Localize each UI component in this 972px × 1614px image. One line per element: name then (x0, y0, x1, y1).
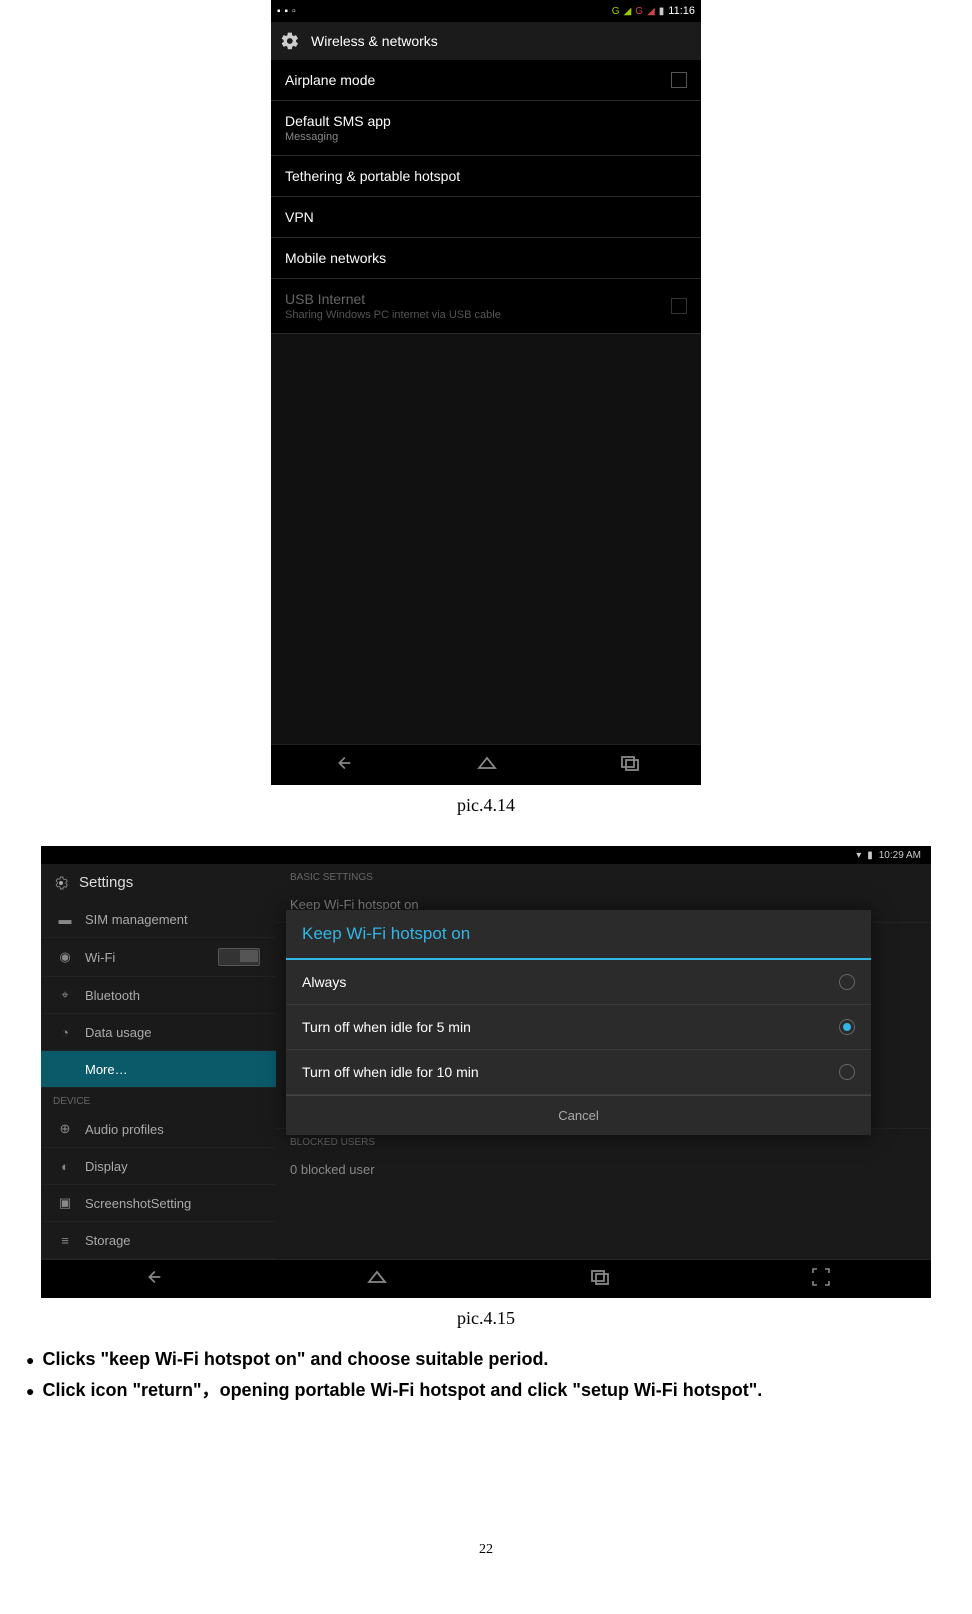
clock: 10:29 AM (879, 850, 921, 861)
setting-blocked-users: 0 blocked user (276, 1152, 931, 1187)
row-label: USB Internet (285, 291, 501, 307)
signal-g-icon: G (635, 6, 643, 17)
dialog-option-idle10[interactable]: Turn off when idle for 10 min (286, 1050, 871, 1095)
row-label: Default SMS app (285, 113, 687, 129)
sim-icon: ▬ (57, 911, 73, 927)
toggle-switch[interactable] (218, 948, 260, 966)
section-device-label: DEVICE (41, 1088, 276, 1111)
home-icon[interactable] (365, 1268, 389, 1291)
caption: pic.4.14 (20, 795, 952, 816)
radio-icon[interactable] (839, 1019, 855, 1035)
dialog-option-idle5[interactable]: Turn off when idle for 5 min (286, 1005, 871, 1050)
home-icon[interactable] (475, 754, 499, 777)
dialog-title: Keep Wi-Fi hotspot on (286, 910, 871, 960)
sidebar-item-label: SIM management (85, 912, 188, 927)
page-number: 22 (20, 1542, 952, 1558)
sidebar-title: Settings (41, 864, 276, 901)
notification-icon: ▪ (277, 6, 281, 17)
row-vpn[interactable]: VPN (271, 197, 701, 238)
checkbox-icon (671, 298, 687, 314)
sidebar-item-label: ScreenshotSetting (85, 1196, 191, 1211)
row-label: Mobile networks (285, 250, 386, 266)
row-sublabel: Messaging (285, 131, 687, 143)
recent-apps-icon[interactable] (620, 755, 640, 776)
checkbox-icon[interactable] (671, 72, 687, 88)
bullet-2: Click icon "return"，opening portable Wi-… (20, 1376, 952, 1402)
sidebar-item-more[interactable]: More… (41, 1051, 276, 1088)
row-label: VPN (285, 209, 314, 225)
sidebar-item-screenshot[interactable]: ▣ ScreenshotSetting (41, 1185, 276, 1222)
sidebar-item-label: More… (85, 1062, 128, 1077)
blank-icon (57, 1061, 73, 1077)
caption: pic.4.15 (20, 1308, 952, 1329)
storage-icon: ≡ (57, 1232, 73, 1248)
settings-gear-icon (279, 30, 301, 52)
radio-icon[interactable] (839, 1064, 855, 1080)
sidebar-item-display[interactable]: ◐ Display (41, 1148, 276, 1185)
status-bar: ▾ ▮ 10:29 AM (41, 846, 931, 864)
sidebar-item-label: Wi-Fi (85, 950, 115, 965)
sidebar-item-label: Display (85, 1159, 128, 1174)
screenshot-icon: ▣ (57, 1195, 73, 1211)
battery-icon: ▮ (867, 850, 873, 861)
option-label: Always (302, 974, 346, 990)
notification-icon: ▪ (285, 6, 289, 17)
title-bar: Wireless & networks (271, 22, 701, 60)
data-usage-icon: ◔ (57, 1024, 73, 1040)
nav-bar (41, 1259, 931, 1298)
nav-bar (271, 744, 701, 785)
sidebar-item-label: Data usage (85, 1025, 152, 1040)
row-label: Tethering & portable hotspot (285, 168, 460, 184)
settings-gear-icon (53, 875, 69, 891)
row-default-sms[interactable]: Default SMS app Messaging (271, 101, 701, 156)
sidebar-item-bluetooth[interactable]: ⌖ Bluetooth (41, 977, 276, 1014)
row-label: Airplane mode (285, 72, 375, 88)
sidebar-title-text: Settings (79, 874, 133, 891)
sidebar-item-data-usage[interactable]: ◔ Data usage (41, 1014, 276, 1051)
display-icon: ◐ (57, 1158, 73, 1174)
row-airplane-mode[interactable]: Airplane mode (271, 60, 701, 101)
row-sublabel: Sharing Windows PC internet via USB cabl… (285, 309, 501, 321)
back-icon[interactable] (142, 1266, 164, 1293)
radio-icon[interactable] (839, 974, 855, 990)
clock: 11:16 (668, 5, 695, 17)
sidebar-item-wifi[interactable]: ◉ Wi-Fi (41, 938, 276, 977)
dialog-option-always[interactable]: Always (286, 960, 871, 1005)
option-label: Turn off when idle for 5 min (302, 1019, 471, 1035)
screen-title: Wireless & networks (311, 33, 438, 49)
status-bar: ▪ ▪ ▫ G ◢ G ◢ ▮ 11:16 (271, 0, 701, 22)
back-icon[interactable] (332, 752, 354, 779)
sidebar-item-audio[interactable]: ⊕ Audio profiles (41, 1111, 276, 1148)
bullet-1: Clicks "keep Wi-Fi hotspot on" and choos… (20, 1349, 952, 1370)
screenshot-wireless-networks: ▪ ▪ ▫ G ◢ G ◢ ▮ 11:16 Wireless & network… (271, 0, 701, 785)
signal-icon: ◢ (624, 6, 632, 17)
sidebar-item-storage[interactable]: ≡ Storage (41, 1222, 276, 1259)
audio-icon: ⊕ (57, 1121, 73, 1137)
row-tethering[interactable]: Tethering & portable hotspot (271, 156, 701, 197)
signal-g-icon: G (612, 6, 620, 17)
row-usb-internet: USB Internet Sharing Windows PC internet… (271, 279, 701, 334)
wifi-icon: ▾ (856, 850, 861, 861)
sidebar-item-label: Bluetooth (85, 988, 140, 1003)
basic-settings-label: BASIC SETTINGS (276, 864, 931, 887)
sidebar-item-label: Storage (85, 1233, 131, 1248)
notification-icon: ▫ (292, 6, 296, 17)
settings-sidebar: Settings ▬ SIM management ◉ Wi-Fi ⌖ Bluetoo… (41, 864, 276, 1259)
sidebar-item-sim[interactable]: ▬ SIM management (41, 901, 276, 938)
recent-apps-icon[interactable] (590, 1269, 610, 1290)
bluetooth-icon: ⌖ (57, 987, 73, 1003)
signal-icon: ◢ (647, 6, 655, 17)
dialog-cancel-button[interactable]: Cancel (286, 1095, 871, 1135)
row-mobile-networks[interactable]: Mobile networks (271, 238, 701, 279)
screenshot-nav-icon[interactable] (811, 1267, 831, 1292)
sidebar-item-label: Audio profiles (85, 1122, 164, 1137)
option-label: Turn off when idle for 10 min (302, 1064, 479, 1080)
wifi-icon: ◉ (57, 949, 73, 965)
battery-icon: ▮ (659, 6, 665, 17)
screenshot-settings-dialog: ▾ ▮ 10:29 AM Settings ▬ SIM management ◉ W… (41, 846, 931, 1298)
empty-area (271, 334, 701, 744)
dialog-keep-hotspot: Keep Wi-Fi hotspot on Always Turn off wh… (286, 910, 871, 1135)
